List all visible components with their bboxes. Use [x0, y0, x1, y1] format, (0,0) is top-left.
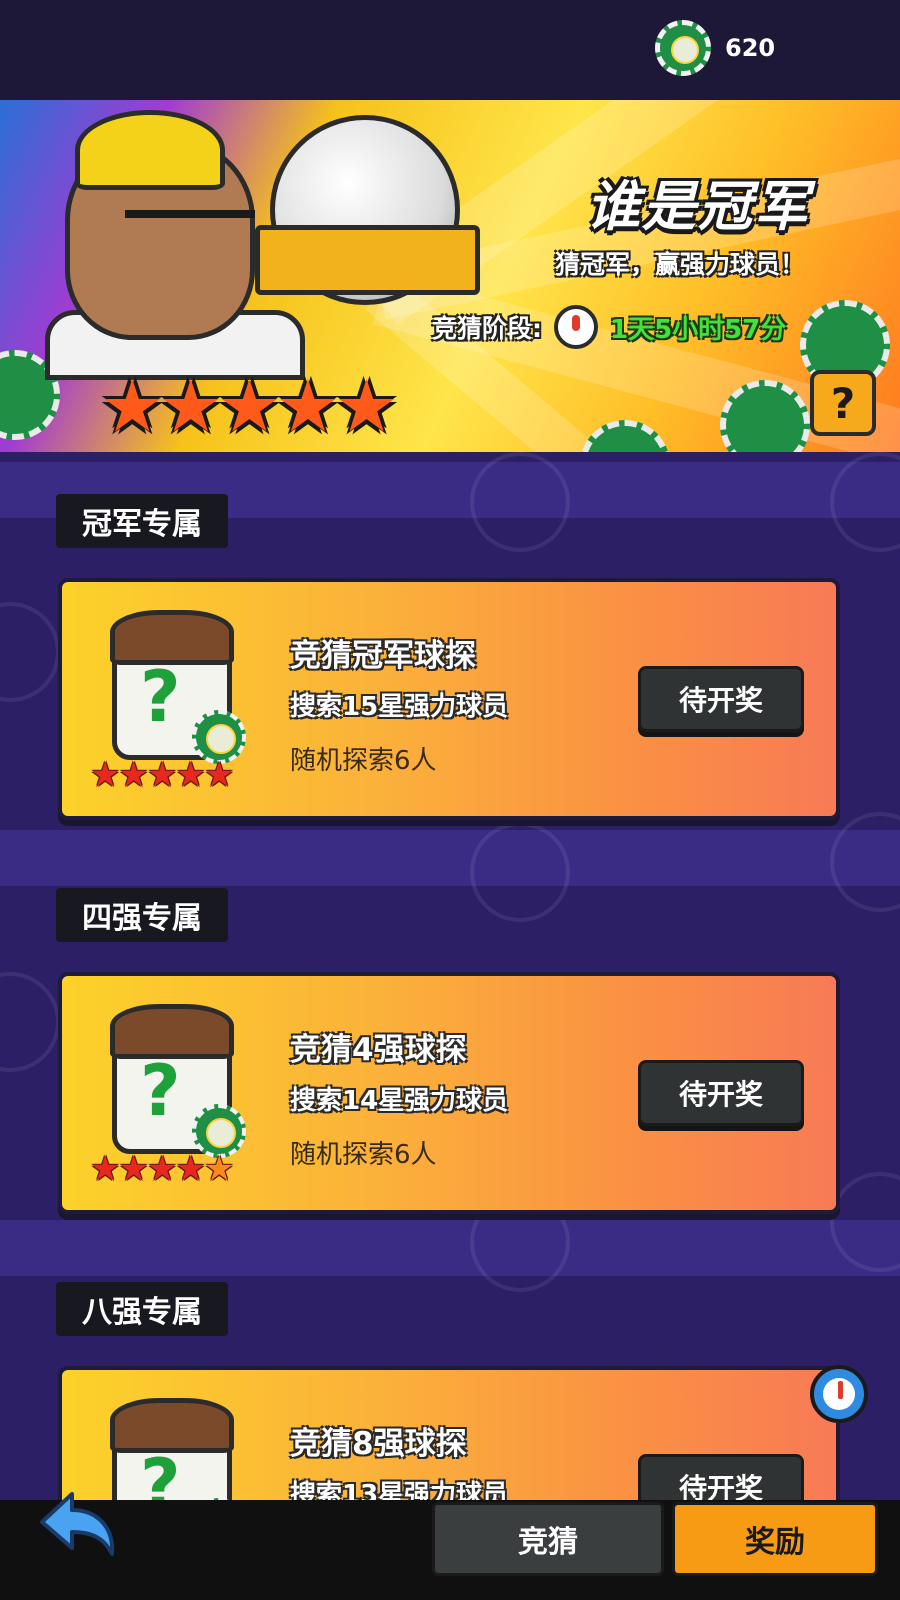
star-rating: ★ ★ ★ ★ ★: [90, 755, 235, 795]
star-icon: ★: [146, 755, 178, 795]
trophy-cup-icon: [255, 225, 480, 295]
star-icon: ★: [175, 1149, 206, 1189]
star-rating: ★ ★ ★ ★ ★: [90, 1149, 235, 1189]
card-title: 竞猜8强球探: [290, 1426, 467, 1462]
mascot-character: [45, 110, 305, 380]
help-button[interactable]: ?: [810, 370, 876, 436]
stopwatch-icon[interactable]: [810, 1365, 868, 1423]
scout-card-top4: ? ★ ★ ★ ★ ★ 竞猜4强球探 搜索14星强力球员 随机探索6人 待开奖: [58, 972, 840, 1214]
card-random-text: 随机探索6人: [290, 746, 437, 776]
star-icon: ★: [118, 1149, 149, 1189]
card-title: 竞猜冠军球探: [290, 638, 476, 674]
phase-time: 1天5小时57分: [610, 314, 787, 345]
question-mark-icon: ?: [140, 656, 181, 738]
section-tag-top8: 八强专属: [56, 1282, 228, 1336]
back-arrow-icon: [40, 1492, 115, 1556]
star-icon: ★: [275, 364, 341, 448]
half-star-icon: ★: [203, 1149, 235, 1189]
scout-avatar: ?: [102, 610, 252, 764]
star-icon: ★: [203, 755, 235, 795]
question-mark-icon: ?: [140, 1050, 181, 1132]
section-tag-top4: 四强专属: [56, 888, 228, 942]
star-icon: ★: [118, 755, 149, 795]
star-icon: ★: [90, 755, 121, 795]
tab-guess[interactable]: 竞猜: [432, 1502, 664, 1576]
scout-card-champion: ? ★ ★ ★ ★ ★ 竞猜冠军球探 搜索15星强力球员 随机探索6人 待开奖: [58, 578, 840, 820]
card-random-text: 随机探索6人: [290, 1140, 437, 1170]
card-search-text: 搜索15星强力球员: [290, 692, 509, 722]
scout-avatar: ?: [102, 1004, 252, 1158]
chip-pile-icon: [580, 420, 670, 452]
star-icon: ★: [175, 755, 206, 795]
pending-draw-button[interactable]: 待开奖: [638, 666, 804, 732]
star-icon: ★: [90, 1149, 121, 1189]
banner-star-rating: ★ ★ ★ ★ ★: [100, 364, 399, 448]
pending-draw-button[interactable]: 待开奖: [638, 1060, 804, 1126]
phase-countdown: 竞猜阶段: 1天5小时57分: [432, 305, 786, 349]
coin-balance: 620: [655, 20, 775, 76]
star-icon: ★: [100, 364, 165, 448]
star-icon: ★: [217, 364, 282, 448]
tab-reward[interactable]: 奖励: [672, 1502, 878, 1576]
back-button[interactable]: [32, 1484, 122, 1574]
coin-count: 620: [725, 34, 776, 62]
star-icon: ★: [334, 364, 399, 448]
card-title: 竞猜4强球探: [290, 1032, 467, 1068]
timer-icon: [554, 305, 598, 349]
card-search-text: 搜索14星强力球员: [290, 1086, 509, 1116]
top-bar: 620: [0, 0, 900, 100]
event-banner: ★ ★ ★ ★ ★ 谁是冠军 猜冠军，赢强力球员！ 竞猜阶段: 1天5小时57分…: [0, 100, 900, 452]
chip-icon: [655, 20, 711, 76]
phase-label: 竞猜阶段:: [432, 314, 542, 343]
section-tag-champion: 冠军专属: [56, 494, 228, 548]
banner-subtitle: 猜冠军，赢强力球员！: [554, 250, 805, 279]
star-icon: ★: [158, 364, 224, 448]
star-icon: ★: [146, 1149, 178, 1189]
banner-title: 谁是冠军: [586, 175, 810, 238]
